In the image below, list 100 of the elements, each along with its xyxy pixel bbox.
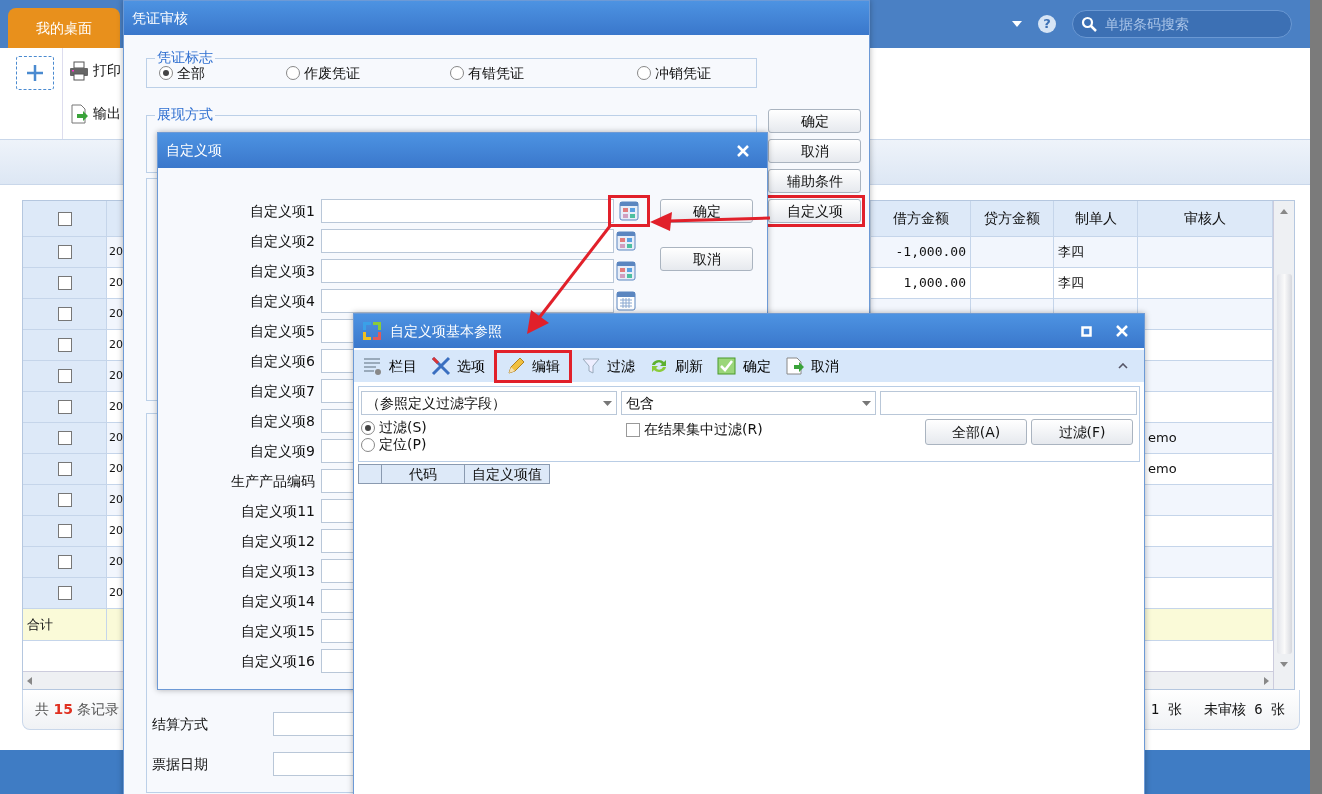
checkbox[interactable] xyxy=(57,431,72,445)
input-field[interactable] xyxy=(321,289,614,313)
column-header[interactable]: 审核人 xyxy=(1138,201,1273,237)
window-title: 自定义项 xyxy=(166,141,222,160)
toolbar-button[interactable]: 确定 xyxy=(712,353,776,379)
field-label: 生产产品编码 xyxy=(230,471,316,491)
column-header[interactable]: 贷方金额 xyxy=(971,201,1054,237)
table-cell: 合计 xyxy=(23,609,107,641)
checkbox[interactable] xyxy=(57,524,72,538)
toolbar-button[interactable]: 编辑 xyxy=(501,353,565,379)
field-label: 自定义项11 xyxy=(240,501,316,521)
toolbar-button[interactable]: 取消 xyxy=(780,353,844,379)
window-title: 凭证审核 xyxy=(132,8,188,28)
reference-icon[interactable] xyxy=(616,261,636,281)
close-icon[interactable] xyxy=(1116,325,1128,337)
search-icon xyxy=(1081,16,1097,32)
dialog-button[interactable]: 确定 xyxy=(768,109,861,133)
toolbar-button[interactable]: 打印 xyxy=(69,60,121,81)
radio-label: 过滤(S) xyxy=(379,418,427,437)
radio-button[interactable] xyxy=(361,420,375,435)
collapse-icon[interactable] xyxy=(1118,363,1128,369)
checkbox[interactable] xyxy=(57,307,72,321)
input-field[interactable] xyxy=(321,199,614,223)
checkbox[interactable] xyxy=(57,211,72,226)
field-label: 自定义项12 xyxy=(240,531,316,551)
dialog-button[interactable]: 取消 xyxy=(660,247,753,271)
scroll-right-icon[interactable] xyxy=(1264,676,1269,685)
vertical-scrollbar[interactable] xyxy=(1273,201,1294,689)
toolbar-button[interactable]: 选项 xyxy=(426,353,490,379)
group-legend: 展现方式 xyxy=(155,105,215,123)
checkbox[interactable] xyxy=(57,586,72,600)
radio-button[interactable] xyxy=(159,66,173,80)
toolbar-button[interactable]: 栏目 xyxy=(358,353,422,379)
toolbar-button[interactable]: 输出 xyxy=(69,103,121,124)
dropdown-caret-icon[interactable] xyxy=(1012,21,1022,27)
help-button[interactable]: ? xyxy=(1038,15,1056,33)
scroll-up-icon[interactable] xyxy=(1280,209,1288,214)
checkbox[interactable] xyxy=(626,422,640,437)
column-header[interactable]: 代码 xyxy=(382,464,465,484)
checkbox-label: 在结果集中过滤(R) xyxy=(644,420,763,439)
calendar-icon[interactable] xyxy=(616,291,636,311)
field-label: 自定义项4 xyxy=(249,291,316,311)
radio-button[interactable] xyxy=(286,66,301,80)
radio-button[interactable] xyxy=(636,66,651,80)
window-title: 自定义项基本参照 xyxy=(390,321,502,341)
radio-button[interactable] xyxy=(450,66,465,80)
dropdown[interactable]: （参照定义过滤字段） xyxy=(361,391,617,415)
table-cell: -1,000.00 xyxy=(871,237,971,268)
checkbox[interactable] xyxy=(57,493,72,507)
dialog-button[interactable]: 取消 xyxy=(768,139,861,163)
field-label: 自定义项15 xyxy=(240,621,316,641)
column-header[interactable]: 借方金额 xyxy=(871,201,971,237)
pencil-icon xyxy=(506,356,526,376)
column-header[interactable]: 自定义项值 xyxy=(465,464,550,484)
app-icon xyxy=(362,321,382,341)
field-label: 自定义项14 xyxy=(240,591,316,611)
dialog-button[interactable]: 辅助条件 xyxy=(768,169,861,193)
radio-button[interactable] xyxy=(361,437,375,452)
scroll-left-icon[interactable] xyxy=(27,676,32,685)
columns-icon xyxy=(363,356,383,376)
toolbar-button[interactable]: 刷新 xyxy=(644,353,708,379)
checkbox[interactable] xyxy=(57,462,72,476)
table-cell: 李四 xyxy=(1054,237,1138,268)
checkbox[interactable] xyxy=(57,276,72,290)
field-label: 结算方式 xyxy=(152,714,208,734)
column-header[interactable]: 制单人 xyxy=(1054,201,1138,237)
input-field[interactable] xyxy=(321,229,614,253)
filter-button[interactable]: 全部(A) xyxy=(925,419,1027,445)
radio-label: 冲销凭证 xyxy=(654,63,711,83)
export-icon xyxy=(69,103,89,124)
add-button[interactable] xyxy=(16,56,54,90)
input-field[interactable] xyxy=(321,259,614,283)
field-label: 自定义项16 xyxy=(240,651,316,671)
dropdown[interactable]: 包含 xyxy=(621,391,877,415)
dropdown-caret-icon xyxy=(862,400,872,406)
funnel-icon xyxy=(581,356,601,376)
checkbox[interactable] xyxy=(57,338,72,352)
checkbox[interactable] xyxy=(57,400,72,414)
field-label: 自定义项8 xyxy=(249,411,316,431)
radio-label: 有错凭证 xyxy=(468,63,525,83)
audited-count: 1 张 xyxy=(1150,700,1182,719)
field-label: 自定义项6 xyxy=(249,351,316,371)
reference-icon[interactable] xyxy=(619,201,639,221)
toolbar-button[interactable]: 过滤 xyxy=(576,353,640,379)
field-label: 票据日期 xyxy=(152,754,208,774)
column-header[interactable] xyxy=(358,464,382,484)
checkbox[interactable] xyxy=(57,245,72,259)
checkbox[interactable] xyxy=(57,555,72,569)
printer-icon xyxy=(69,60,89,81)
field-label: 自定义项7 xyxy=(249,381,316,401)
radio-label: 全部 xyxy=(177,64,205,83)
checkbox[interactable] xyxy=(57,369,72,383)
radio-label: 定位(P) xyxy=(379,435,427,454)
maximize-icon[interactable] xyxy=(1081,325,1092,337)
scroll-down-icon[interactable] xyxy=(1280,662,1288,667)
input-field[interactable] xyxy=(880,391,1137,415)
dialog-button[interactable]: 自定义项 xyxy=(768,199,861,223)
filter-button[interactable]: 过滤(F) xyxy=(1031,419,1133,445)
reference-icon[interactable] xyxy=(616,231,636,251)
close-icon[interactable] xyxy=(737,144,749,157)
